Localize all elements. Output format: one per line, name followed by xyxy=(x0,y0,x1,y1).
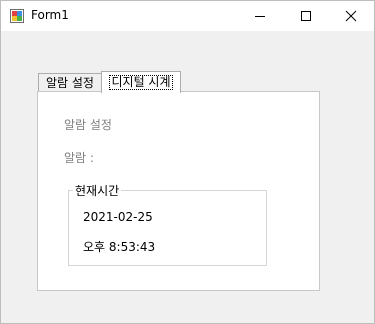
minimize-button[interactable] xyxy=(237,1,283,31)
alarm-setting-label: 알람 설정 xyxy=(64,118,112,132)
app-icon xyxy=(10,9,24,23)
current-date-value: 2021-02-25 xyxy=(83,210,153,224)
tab-alarm-settings-label: 알람 설정 xyxy=(46,76,94,90)
close-icon xyxy=(345,10,357,22)
window-title: Form1 xyxy=(31,8,69,22)
minimize-icon xyxy=(255,16,265,17)
alarm-label: 알람 : xyxy=(64,151,94,165)
tab-alarm-settings[interactable]: 알람 설정 xyxy=(38,73,102,92)
close-button[interactable] xyxy=(328,1,374,31)
app-window: Form1 알람 설정 디지털 시계 알람 설정 알람 : 현재시간 2021-… xyxy=(0,0,375,324)
tab-digital-clock-label: 디지털 시계 xyxy=(109,75,173,90)
maximize-icon xyxy=(301,11,311,21)
current-time-group: 현재시간 2021-02-25 오후 8:53:43 xyxy=(68,182,267,266)
maximize-button[interactable] xyxy=(283,1,329,31)
title-bar[interactable]: Form1 xyxy=(1,1,374,31)
current-time-value: 오후 8:53:43 xyxy=(83,240,156,254)
current-time-group-title: 현재시간 xyxy=(73,182,122,199)
tab-digital-clock[interactable]: 디지털 시계 xyxy=(101,71,181,93)
tab-page-digital-clock: 알람 설정 알람 : 현재시간 2021-02-25 오후 8:53:43 xyxy=(37,91,320,291)
